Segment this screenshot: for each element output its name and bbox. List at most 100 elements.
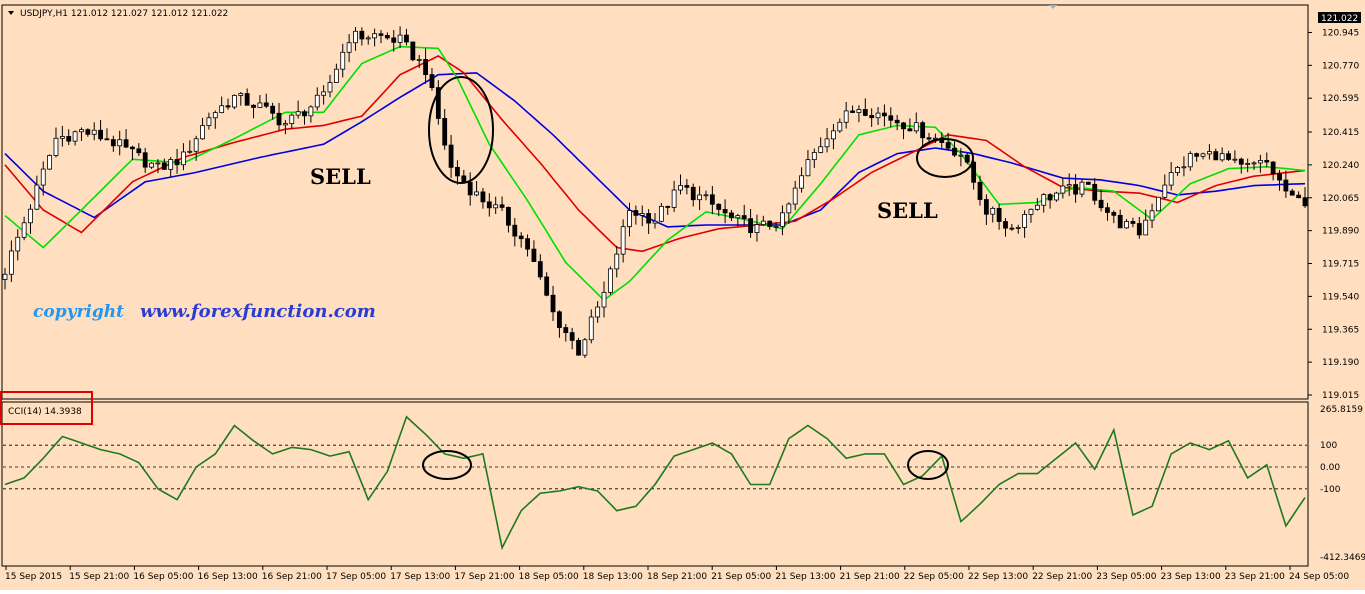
candle-bull — [824, 138, 830, 148]
candle-bull — [780, 212, 785, 227]
candle-bull — [21, 222, 27, 238]
candle-bear — [920, 122, 926, 139]
candle-bear — [729, 212, 734, 219]
candle-bear — [423, 59, 428, 75]
candle-bear — [110, 139, 116, 147]
candle-bear — [1302, 197, 1308, 207]
candle-bear — [1277, 173, 1282, 181]
candle-bear — [302, 111, 307, 117]
candle-bull — [1034, 204, 1040, 210]
candle-bull — [1245, 162, 1251, 165]
price-tick-label: 119.015 — [1322, 391, 1359, 401]
candle-bear — [1194, 153, 1200, 157]
candle-bull — [837, 121, 843, 132]
cci-tick-label: 0.00 — [1320, 463, 1340, 473]
candle-bull — [1219, 153, 1225, 161]
cci-tick-label: -100 — [1320, 485, 1341, 495]
candle-bear — [66, 136, 72, 142]
candle-bear — [384, 35, 390, 39]
candle-bull — [59, 136, 65, 139]
candle-bear — [1136, 223, 1142, 236]
candle-bull — [168, 159, 174, 170]
cci-indicator-label: CCI(14) 14.3938 — [8, 407, 82, 417]
candle-bull — [34, 184, 40, 210]
candle-bear — [748, 218, 753, 233]
candle-bull — [1156, 196, 1161, 212]
candle-bull — [2, 273, 8, 280]
price-tick-label: 119.890 — [1322, 227, 1359, 237]
candle-bull — [958, 154, 964, 157]
candle-bull — [843, 110, 849, 123]
price-tick-label: 119.540 — [1322, 292, 1359, 302]
candle-bear — [461, 175, 467, 183]
candle-bull — [639, 213, 645, 216]
time-tick-label: 15 Sep 2015 — [5, 572, 62, 582]
time-tick-label: 18 Sep 05:00 — [519, 572, 579, 582]
candle-bear — [971, 161, 977, 183]
candle-bull — [1149, 210, 1155, 221]
candle-bear — [977, 181, 983, 200]
candle-bear — [378, 33, 384, 36]
candle-bear — [983, 199, 989, 215]
candle-bull — [990, 207, 996, 215]
candle-bull — [53, 137, 59, 156]
candle-bear — [1289, 190, 1295, 196]
price-tick-label: 119.190 — [1322, 358, 1359, 368]
candle-bull — [493, 204, 499, 209]
price-tick-label: 119.715 — [1322, 260, 1359, 270]
candle-bull — [238, 93, 244, 96]
candle-bull — [627, 210, 632, 228]
time-tick-label: 23 Sep 13:00 — [1161, 572, 1221, 582]
time-tick-label: 22 Sep 05:00 — [904, 572, 964, 582]
candle-bear — [1009, 227, 1015, 230]
candle-bull — [818, 146, 824, 153]
candle-bear — [404, 34, 409, 43]
candle-bear — [1085, 181, 1091, 185]
time-tick-label: 16 Sep 13:00 — [198, 572, 258, 582]
cci-tick-label: 265.8159 — [1320, 405, 1363, 415]
candle-bull — [28, 208, 33, 224]
candle-bear — [499, 204, 505, 208]
candle-bear — [410, 41, 416, 61]
candle-bear — [1098, 199, 1104, 209]
candle-bull — [760, 220, 766, 225]
candle-bull — [416, 59, 422, 61]
candle-bear — [161, 162, 167, 170]
candle-bull — [1060, 185, 1066, 194]
candle-bear — [276, 112, 282, 126]
candle-bull — [658, 205, 664, 222]
candle-bear — [716, 203, 722, 210]
current-price-label: 121.022 — [1321, 14, 1358, 24]
candle-bull — [200, 125, 205, 140]
candle-bull — [735, 215, 741, 219]
candle-bull — [831, 130, 836, 140]
forex-chart-window: USDJPY,H1 121.012 121.027 121.012 121.02… — [0, 0, 1365, 590]
time-tick-label: 18 Sep 21:00 — [647, 572, 707, 582]
time-tick-label: 16 Sep 05:00 — [133, 572, 193, 582]
candle-bull — [1079, 181, 1085, 195]
candle-bull — [588, 316, 594, 341]
candle-bear — [130, 146, 135, 150]
price-tick-label: 120.595 — [1322, 94, 1359, 104]
price-tick-label: 119.365 — [1322, 325, 1359, 335]
time-tick-label: 17 Sep 13:00 — [390, 572, 450, 582]
candle-bear — [244, 93, 250, 106]
candle-bull — [1168, 172, 1174, 186]
candle-bull — [149, 162, 154, 168]
candle-bull — [321, 91, 327, 96]
candle-bull — [614, 253, 620, 270]
candle-bull — [620, 226, 626, 255]
price-tick-label: 120.065 — [1322, 194, 1359, 204]
candle-bull — [187, 150, 193, 153]
candle-bear — [263, 102, 269, 107]
candle-bear — [996, 207, 1002, 222]
candle-bear — [537, 261, 543, 278]
candle-bull — [314, 94, 320, 108]
candle-bull — [1028, 208, 1034, 215]
candle-bear — [506, 207, 511, 226]
candle-bear — [1003, 221, 1008, 229]
candle-bull — [1232, 158, 1238, 161]
sell-annotation: SELL — [310, 164, 371, 189]
candle-bear — [633, 210, 639, 216]
candle-bear — [862, 109, 868, 116]
